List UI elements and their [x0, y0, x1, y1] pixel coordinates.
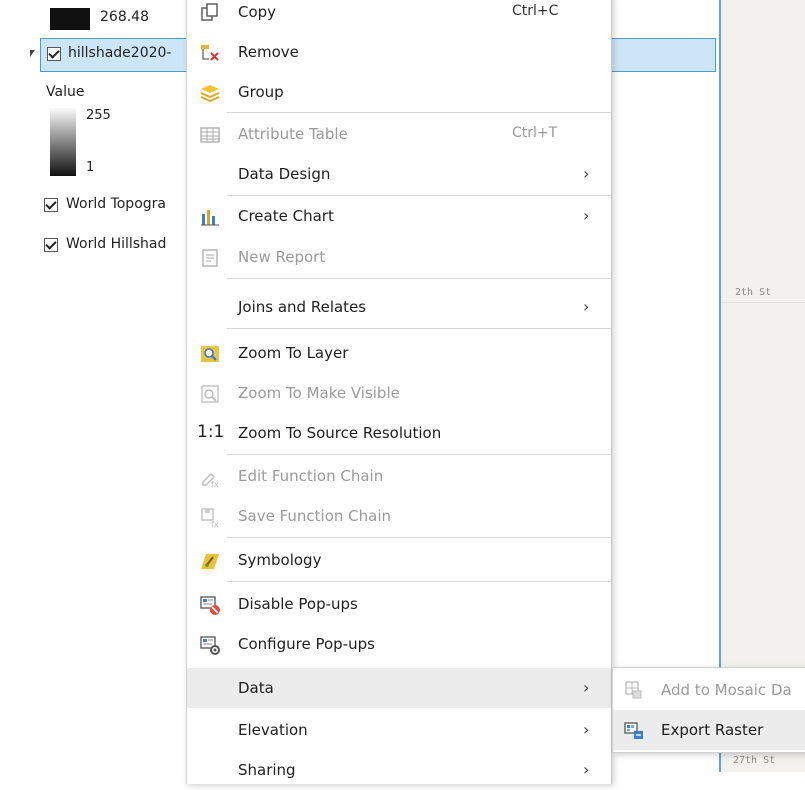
menu-label: Zoom To Make Visible	[238, 384, 400, 402]
legend-swatch-dark	[50, 8, 90, 30]
export-raster-icon	[624, 722, 643, 739]
menu-separator	[227, 112, 611, 113]
legend-max: 255	[86, 108, 111, 123]
one-to-one-icon: 1:1	[197, 422, 225, 442]
data-submenu: Add to Mosaic Da Export Raster	[612, 667, 805, 753]
chevron-right-icon: ›	[583, 164, 590, 183]
bar-chart-icon	[201, 210, 219, 226]
layer-checkbox[interactable]	[44, 238, 58, 252]
chevron-right-icon: ›	[583, 297, 590, 316]
menu-label: Data Design	[238, 165, 331, 183]
zoom-layer-icon	[201, 346, 219, 362]
svg-text:fx: fx	[211, 520, 219, 528]
layer-checkbox[interactable]	[44, 198, 58, 212]
chevron-right-icon: ›	[583, 760, 590, 779]
menu-label: Save Function Chain	[238, 507, 392, 525]
chevron-right-icon: ›	[583, 206, 590, 225]
menu-label: Copy	[238, 3, 277, 21]
menu-item-joins-relates[interactable]: Joins and Relates ›	[187, 287, 611, 327]
layer-name[interactable]: World Topogra	[66, 196, 166, 212]
remove-icon	[201, 45, 219, 61]
menu-separator	[227, 454, 611, 455]
menu-item-elevation[interactable]: Elevation ›	[187, 710, 611, 750]
menu-item-edit-function-chain[interactable]: fx Edit Function Chain	[187, 456, 611, 496]
submenu-label: Add to Mosaic Da	[661, 681, 792, 699]
value-label: Value	[46, 84, 85, 100]
layer-name[interactable]: hillshade2020-	[68, 45, 171, 61]
context-menu: Copy Ctrl+C Remove Group Attribute Table…	[186, 0, 612, 784]
menu-label: Create Chart	[238, 207, 334, 225]
menu-label: Group	[238, 83, 284, 101]
layer-checkbox[interactable]	[47, 47, 61, 61]
menu-label: Disable Pop-ups	[238, 595, 358, 613]
menu-item-attribute-table[interactable]: Attribute Table Ctrl+T	[187, 114, 611, 154]
menu-label: Zoom To Source Resolution	[238, 424, 442, 442]
add-mosaic-icon	[625, 681, 642, 699]
menu-item-disable-popups[interactable]: Disable Pop-ups	[187, 584, 611, 624]
road-line	[721, 302, 805, 303]
legend-min: 1	[86, 160, 95, 175]
menu-label: Sharing	[238, 761, 296, 779]
submenu-item-export-raster[interactable]: Export Raster	[613, 710, 805, 750]
save-function-icon: fx	[201, 508, 219, 528]
menu-item-remove[interactable]: Remove	[187, 32, 611, 72]
menu-separator	[227, 537, 611, 538]
submenu-label: Export Raster	[661, 721, 764, 739]
street-label: 2th St	[735, 287, 772, 298]
menu-label: Joins and Relates	[238, 298, 367, 316]
map-view[interactable]: 2th St 27th St	[719, 0, 805, 772]
menu-item-symbology[interactable]: Symbology	[187, 540, 611, 580]
menu-label: Symbology	[238, 551, 322, 569]
menu-item-data[interactable]: Data ›	[187, 668, 611, 708]
menu-label: Elevation	[238, 721, 308, 739]
menu-item-new-report[interactable]: New Report	[187, 237, 611, 277]
legend-gradient	[50, 108, 76, 176]
group-layers-icon	[200, 85, 220, 103]
submenu-item-add-mosaic[interactable]: Add to Mosaic Da	[613, 670, 805, 710]
zoom-visible-icon	[201, 385, 219, 403]
layer-name[interactable]: World Hillshad	[66, 236, 166, 252]
menu-label: Configure Pop-ups	[238, 635, 375, 653]
menu-label: Remove	[238, 43, 299, 61]
menu-separator	[227, 328, 611, 329]
menu-item-zoom-to-layer[interactable]: Zoom To Layer	[187, 333, 611, 373]
menu-label: New Report	[238, 248, 326, 266]
menu-label: Data	[238, 679, 274, 697]
menu-label: Attribute Table	[238, 125, 348, 143]
menu-item-zoom-source-resolution[interactable]: 1:1 Zoom To Source Resolution	[187, 413, 611, 453]
menu-item-sharing[interactable]: Sharing ›	[187, 750, 611, 790]
expand-triangle-icon[interactable]	[30, 50, 35, 57]
menu-item-zoom-make-visible[interactable]: Zoom To Make Visible	[187, 373, 611, 413]
menu-item-group[interactable]: Group	[187, 72, 611, 112]
chevron-right-icon: ›	[583, 678, 590, 697]
menu-shortcut: Ctrl+C	[512, 3, 559, 19]
report-icon	[202, 249, 218, 267]
menu-separator	[227, 278, 611, 279]
menu-label: Edit Function Chain	[238, 467, 384, 485]
street-label: 27th St	[733, 755, 776, 766]
menu-item-save-function-chain[interactable]: fx Save Function Chain	[187, 496, 611, 536]
chevron-right-icon: ›	[583, 720, 590, 739]
disable-popups-icon	[200, 596, 220, 615]
legend-top-value: 268.48	[100, 9, 149, 25]
menu-item-copy[interactable]: Copy Ctrl+C	[187, 0, 611, 32]
menu-shortcut: Ctrl+T	[512, 125, 558, 141]
menu-separator	[227, 581, 611, 582]
copy-icon	[201, 3, 218, 21]
svg-text:fx: fx	[211, 480, 219, 488]
edit-function-icon: fx	[202, 473, 219, 488]
menu-label: Zoom To Layer	[238, 344, 349, 362]
configure-popups-icon	[200, 636, 220, 655]
menu-item-create-chart[interactable]: Create Chart ›	[187, 196, 611, 236]
symbology-icon	[201, 554, 219, 569]
table-icon	[200, 127, 220, 143]
menu-item-configure-popups[interactable]: Configure Pop-ups	[187, 624, 611, 664]
menu-item-data-design[interactable]: Data Design ›	[187, 154, 611, 194]
